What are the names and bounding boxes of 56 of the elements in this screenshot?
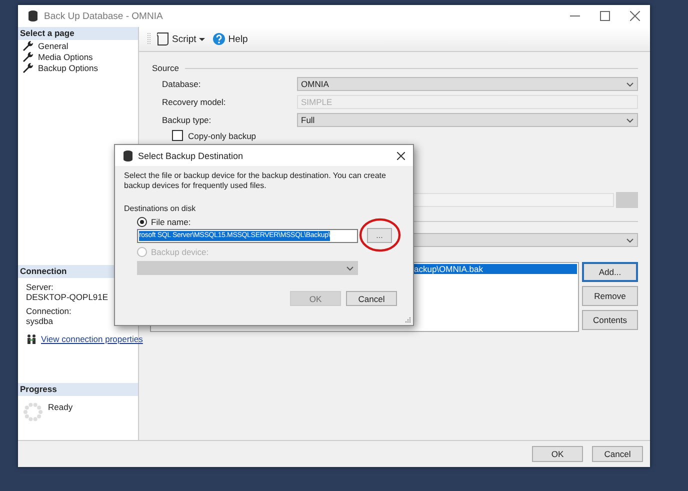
radio-label: Backup device: <box>151 247 209 257</box>
script-button[interactable]: Script <box>155 32 208 46</box>
help-icon <box>213 33 226 45</box>
annotation-circle <box>359 218 401 252</box>
radio-label: File name: <box>151 217 191 227</box>
pane-header: Select a page <box>18 27 138 40</box>
maximize-icon <box>600 11 610 21</box>
readonly-field: SIMPLE <box>297 95 638 109</box>
field-label: Backup type: <box>162 115 212 125</box>
dropdown[interactable]: OMNIA <box>297 77 638 91</box>
close-icon[interactable] <box>397 152 405 160</box>
cancel-button[interactable]: Cancel <box>592 446 643 462</box>
checkbox-label: Copy-only backup <box>188 130 256 140</box>
window-title: Back Up Database - OMNIA <box>44 10 163 22</box>
dialog-description: Select the file or backup device for the backup destination. You can create backup devices for frequently used files. <box>124 171 387 191</box>
database-icon <box>123 150 133 162</box>
checkbox[interactable] <box>172 130 183 141</box>
spinner-icon <box>23 402 43 422</box>
page-item[interactable]: General <box>18 40 138 51</box>
pane-header: Progress <box>18 383 138 396</box>
caret-icon <box>199 38 206 40</box>
chevron-down-icon <box>626 116 634 124</box>
info-label: Server: <box>26 282 54 292</box>
document-icon <box>157 32 169 46</box>
chevron-down-icon <box>626 236 634 244</box>
cancel-button[interactable]: Cancel <box>346 291 397 306</box>
progress-status: Ready <box>48 402 73 414</box>
list-button[interactable]: Contents <box>582 310 638 330</box>
radio-button[interactable] <box>137 217 147 227</box>
list-button[interactable]: Add... <box>582 262 638 282</box>
section-title: Source <box>152 63 179 73</box>
user-name: sysdba <box>26 316 54 326</box>
field-label: Database: <box>162 79 202 89</box>
browse-button[interactable]: ... <box>367 228 392 243</box>
connection-link[interactable]: View connection properties <box>41 334 143 344</box>
info-label: Connection: <box>26 306 72 316</box>
field-label: Recovery model: <box>162 97 227 107</box>
dialog-title: Select Backup Destination <box>138 150 244 160</box>
dropdown[interactable]: Full <box>297 113 638 127</box>
chevron-down-icon <box>626 80 634 88</box>
people-icon <box>26 334 37 344</box>
list-button[interactable]: Remove <box>582 286 638 306</box>
group-label: Destinations on disk <box>124 204 196 213</box>
toolbar-grip-icon <box>147 32 151 46</box>
ok-button[interactable]: OK <box>532 446 583 462</box>
server-name: DESKTOP-QOPL91E <box>26 292 110 302</box>
page-item[interactable]: Backup Options <box>18 62 138 73</box>
wrench-icon <box>22 62 34 74</box>
resize-grip-icon <box>404 316 411 323</box>
chevron-down-icon <box>346 264 354 272</box>
wrench-icon <box>22 40 34 52</box>
help-button[interactable]: Help <box>211 33 250 45</box>
wrench-icon <box>22 50 34 62</box>
close-icon <box>630 11 640 21</box>
database-icon <box>28 10 38 22</box>
page-item[interactable]: Media Options <box>18 51 138 62</box>
